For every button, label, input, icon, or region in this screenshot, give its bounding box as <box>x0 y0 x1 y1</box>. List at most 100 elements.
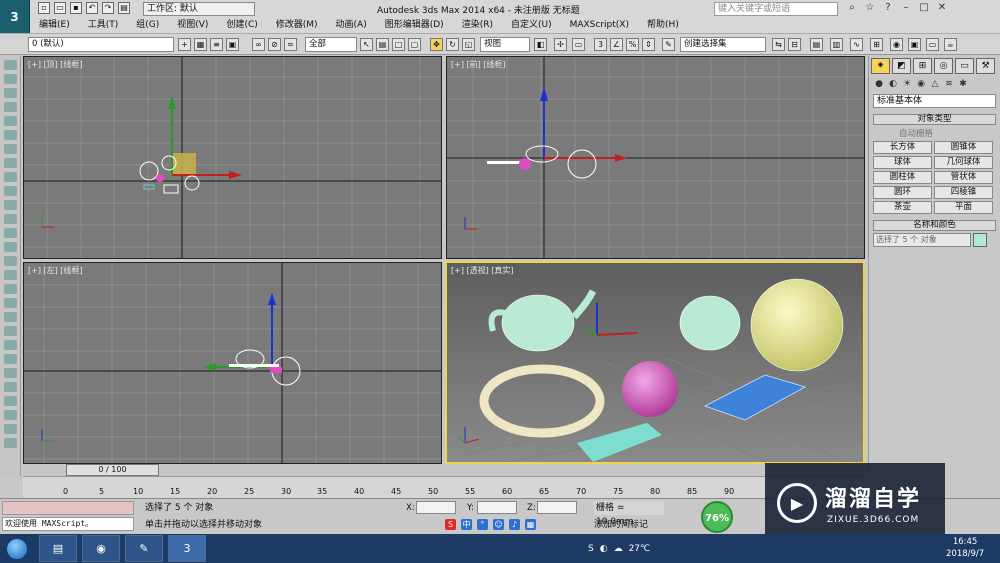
tool-icon[interactable] <box>3 424 17 434</box>
clock[interactable]: 16:45 2018/9/7 <box>946 536 984 560</box>
rectangle-selection-icon[interactable]: □ <box>392 38 405 51</box>
menu-animation[interactable]: 动画(A) <box>327 18 376 33</box>
select-by-name-icon[interactable]: ▤ <box>376 38 389 51</box>
viewport-top[interactable]: [+] [顶] [线框] <box>23 56 442 259</box>
category-dropdown[interactable]: 标准基本体 <box>873 94 996 108</box>
layer-select-icon[interactable]: ▣ <box>226 38 239 51</box>
taskbar-chrome-icon[interactable]: ◉ <box>82 535 120 562</box>
manipulate-icon[interactable]: ✢ <box>554 38 567 51</box>
shapes-icon[interactable]: ◐ <box>887 78 899 90</box>
help-icon[interactable]: ? <box>882 2 894 14</box>
layer-explorer-icon[interactable]: ▥ <box>830 38 843 51</box>
teapot-button[interactable]: 茶壶 <box>873 201 932 214</box>
tool-icon[interactable] <box>3 410 17 420</box>
ime-emoji-icon[interactable]: ☺ <box>493 519 504 530</box>
menu-edit[interactable]: 编辑(E) <box>30 18 79 33</box>
y-coordinate-field[interactable] <box>477 501 517 514</box>
geometry-icon[interactable]: ● <box>873 78 885 90</box>
bind-space-warp-icon[interactable]: ≈ <box>284 38 297 51</box>
tool-icon[interactable] <box>3 102 17 112</box>
tool-icon[interactable] <box>3 396 17 406</box>
hierarchy-tab-icon[interactable]: ⊞ <box>913 58 932 74</box>
window-crossing-icon[interactable]: ▢ <box>408 38 421 51</box>
time-slider-thumb[interactable]: 0 / 100 <box>66 464 159 476</box>
systems-icon[interactable]: ✱ <box>957 78 969 90</box>
open-file-icon[interactable]: ▭ <box>54 2 66 14</box>
maximize-icon[interactable]: □ <box>918 2 930 14</box>
taskbar-explorer-icon[interactable]: ▤ <box>39 535 77 562</box>
space-warps-icon[interactable]: ≋ <box>943 78 955 90</box>
cylinder-button[interactable]: 圆柱体 <box>873 171 932 184</box>
edit-named-selection-icon[interactable]: ✎ <box>662 38 675 51</box>
viewport-label[interactable]: [+] [前] [线框] <box>451 59 506 70</box>
redo-icon[interactable]: ↷ <box>102 2 114 14</box>
ime-voice-icon[interactable]: ♪ <box>509 519 520 530</box>
tool-icon[interactable] <box>3 326 17 336</box>
tool-icon[interactable] <box>3 312 17 322</box>
menu-modifiers[interactable]: 修改器(M) <box>267 18 327 33</box>
pivot-center-icon[interactable]: ◧ <box>534 38 547 51</box>
geosphere-button[interactable]: 几何球体 <box>934 156 993 169</box>
tool-icon[interactable] <box>3 172 17 182</box>
tool-icon[interactable] <box>3 214 17 224</box>
align-icon[interactable]: ⊟ <box>788 38 801 51</box>
maxscript-listener[interactable]: 欢迎使用 MAXScript。 <box>2 517 134 531</box>
viewport-label[interactable]: [+] [透视] [真实] <box>451 265 514 276</box>
menu-help[interactable]: 帮助(H) <box>638 18 688 33</box>
search-input[interactable]: 键入关键字或短语 <box>714 2 838 16</box>
curve-editor-icon[interactable]: ∿ <box>850 38 863 51</box>
tool-icon[interactable] <box>3 354 17 364</box>
plane-button[interactable]: 平面 <box>934 201 993 214</box>
cameras-icon[interactable]: ◉ <box>915 78 927 90</box>
viewport-front[interactable]: [+] [前] [线框] <box>446 56 865 259</box>
undo-icon[interactable]: ↶ <box>86 2 98 14</box>
layer-dropdown[interactable]: 0 (默认) <box>28 37 174 52</box>
motion-tab-icon[interactable]: ◎ <box>934 58 953 74</box>
start-button[interactable] <box>0 534 34 563</box>
close-icon[interactable]: ✕ <box>936 2 948 14</box>
select-object-icon[interactable]: ↖ <box>360 38 373 51</box>
tool-icon[interactable] <box>3 228 17 238</box>
tool-icon[interactable] <box>3 382 17 392</box>
viewport-label[interactable]: [+] [左] [线框] <box>28 265 83 276</box>
ime-logo-icon[interactable]: S <box>445 519 456 530</box>
menu-create[interactable]: 创建(C) <box>217 18 266 33</box>
new-file-icon[interactable]: ▫ <box>38 2 50 14</box>
viewport-perspective[interactable]: [+] [透视] [真实] <box>445 261 865 464</box>
object-name-field[interactable]: 选择了 5 个 对象 <box>873 233 971 247</box>
mirror-icon[interactable]: ⇆ <box>772 38 785 51</box>
tool-icon[interactable] <box>3 130 17 140</box>
tool-icon[interactable] <box>3 186 17 196</box>
spinner-snap-icon[interactable]: ⇕ <box>642 38 655 51</box>
scene-explorer-icon[interactable]: ▤ <box>810 38 823 51</box>
z-coordinate-field[interactable] <box>537 501 577 514</box>
tool-icon[interactable] <box>3 88 17 98</box>
menu-rendering[interactable]: 渲染(R) <box>453 18 502 33</box>
tool-icon[interactable] <box>3 74 17 84</box>
snaps-toggle-icon[interactable]: 3 <box>594 38 607 51</box>
tool-icon[interactable] <box>3 200 17 210</box>
menu-customize[interactable]: 自定义(U) <box>502 18 561 33</box>
tool-icon[interactable] <box>3 158 17 168</box>
tool-icon[interactable] <box>3 340 17 350</box>
named-selection-dropdown[interactable]: 创建选择集 <box>680 37 766 52</box>
selection-filter-dropdown[interactable]: 全部 <box>305 37 357 52</box>
name-and-color-rollout[interactable]: 名称和颜色 <box>873 220 996 231</box>
tool-icon[interactable] <box>3 438 17 448</box>
layer-icon[interactable]: + <box>178 38 191 51</box>
sphere-button[interactable]: 球体 <box>873 156 932 169</box>
tool-icon[interactable] <box>3 144 17 154</box>
maxscript-input[interactable] <box>2 501 134 515</box>
menu-tools[interactable]: 工具(T) <box>79 18 128 33</box>
keyboard-shortcut-icon[interactable]: ▭ <box>572 38 585 51</box>
pyramid-button[interactable]: 四棱锥 <box>934 186 993 199</box>
tool-icon[interactable] <box>3 116 17 126</box>
star-icon[interactable]: ☆ <box>864 2 876 14</box>
menu-maxscript[interactable]: MAXScript(X) <box>561 18 638 33</box>
tube-button[interactable]: 管状体 <box>934 171 993 184</box>
percent-snap-icon[interactable]: % <box>626 38 639 51</box>
viewport-left[interactable]: [+] [左] [线框] <box>23 262 442 464</box>
tray-app-icon[interactable]: ◐ <box>600 544 608 554</box>
workspace-dropdown[interactable]: 工作区: 默认 <box>143 2 255 16</box>
ime-keyboard-icon[interactable]: ▦ <box>525 519 536 530</box>
